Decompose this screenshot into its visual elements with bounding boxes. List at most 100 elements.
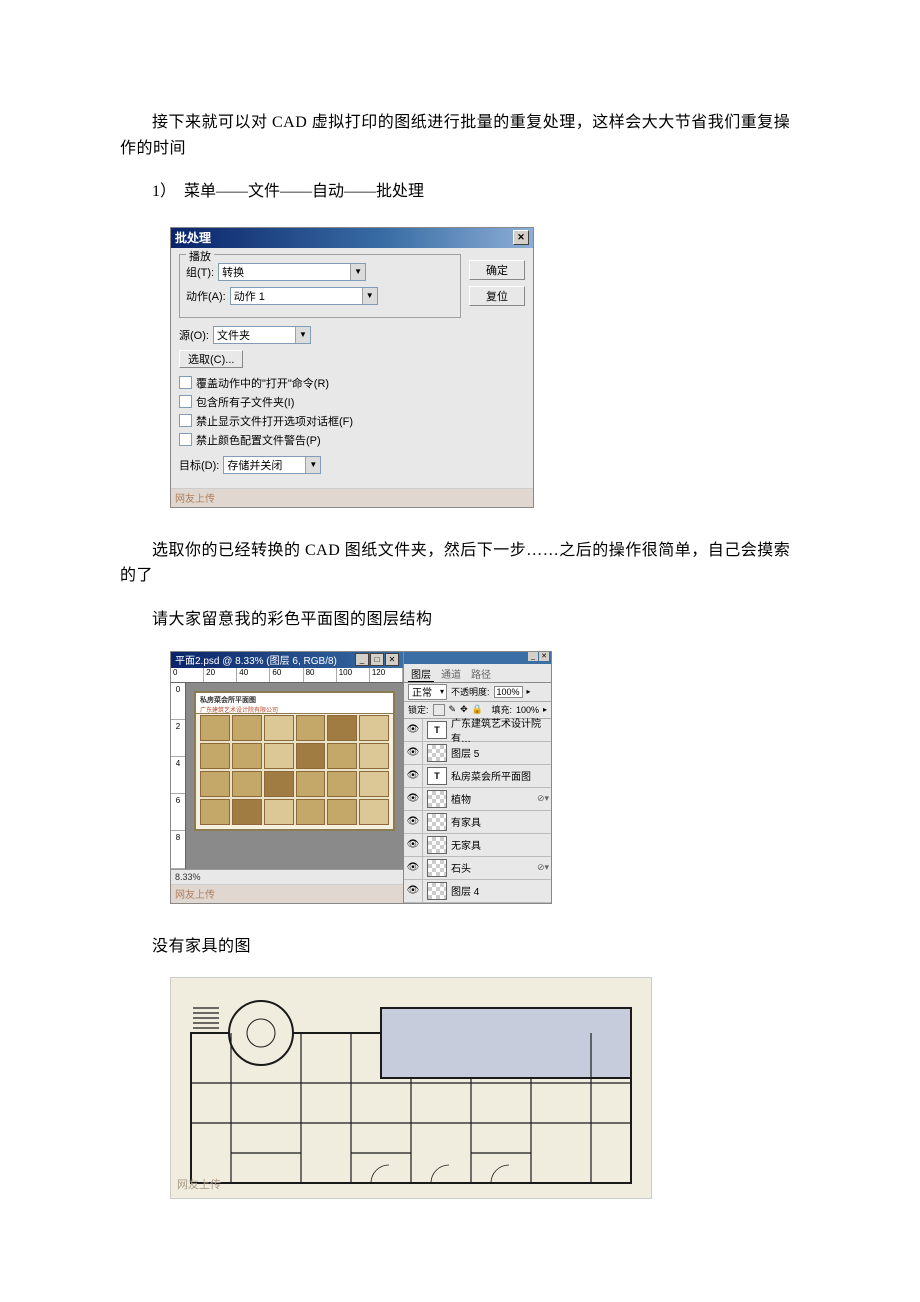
target-label: 目标(D): xyxy=(179,457,219,473)
tab-layers[interactable]: 图层 xyxy=(408,666,434,682)
doc-title: 平面2.psd @ 8.33% (图层 6, RGB/8) xyxy=(175,652,337,667)
minimize-icon[interactable]: _ xyxy=(355,653,369,666)
ruler-tick: 20 xyxy=(204,668,237,682)
ruler-tick: 100 xyxy=(337,668,370,682)
layer-row[interactable]: 👁 图层 5 xyxy=(404,742,551,765)
group-label: 组(T): xyxy=(186,264,214,280)
ruler-tick: 2 xyxy=(171,720,185,757)
ruler-tick: 120 xyxy=(370,668,403,682)
layer-name: 植物 xyxy=(451,791,537,806)
ok-button[interactable]: 确定 xyxy=(469,260,525,280)
chevron-right-icon[interactable]: ▸ xyxy=(527,687,531,696)
maximize-icon[interactable]: □ xyxy=(370,653,384,666)
chk-label-override-open: 覆盖动作中的"打开"命令(R) xyxy=(196,375,329,391)
action-dropdown[interactable]: 动作 1 ▼ xyxy=(230,287,378,305)
eye-icon[interactable]: 👁 xyxy=(404,880,423,902)
chevron-down-icon: ▼ xyxy=(362,288,377,304)
eye-icon[interactable]: 👁 xyxy=(404,811,423,833)
layer-name: 有家具 xyxy=(451,814,551,829)
close-icon[interactable]: ✕ xyxy=(539,652,549,661)
eye-icon[interactable]: 👁 xyxy=(404,742,423,764)
choose-button[interactable]: 选取(C)... xyxy=(179,350,243,368)
source-dropdown[interactable]: 文件夹 ▼ xyxy=(213,326,311,344)
paragraph-after-batch: 选取你的已经转换的 CAD 图纸文件夹，然后下一步……之后的操作很简单，自己会摸… xyxy=(120,538,800,589)
doc-titlebar: 平面2.psd @ 8.33% (图层 6, RGB/8) _ □ ✕ xyxy=(171,652,403,668)
play-fieldset: 播放 组(T): 转换 ▼ 动作(A): 动作 1 xyxy=(179,254,461,318)
opacity-value[interactable]: 100% xyxy=(494,686,523,698)
chk-label-subfolders: 包含所有子文件夹(I) xyxy=(196,394,294,410)
eye-icon[interactable]: 👁 xyxy=(404,765,423,787)
checkbox-override-open[interactable] xyxy=(179,376,192,389)
layer-thumb-icon xyxy=(427,790,447,808)
opacity-label: 不透明度: xyxy=(451,685,490,698)
move-icon[interactable]: ✥ xyxy=(460,704,468,715)
layer-row[interactable]: 👁T广东建筑艺术设计院有… xyxy=(404,719,551,742)
layer-row[interactable]: 👁 有家具 xyxy=(404,811,551,834)
close-icon[interactable]: ✕ xyxy=(385,653,399,666)
photoshop-window: 平面2.psd @ 8.33% (图层 6, RGB/8) _ □ ✕ 0 20… xyxy=(170,651,552,904)
batch-dialog: 批处理 ✕ 播放 组(T): 转换 ▼ xyxy=(170,227,534,508)
play-legend: 播放 xyxy=(186,248,214,264)
watermark: 网友上传 xyxy=(171,488,533,507)
lock-label: 锁定: xyxy=(408,703,429,716)
minimize-icon[interactable]: _ xyxy=(528,652,538,661)
layer-name: 图层 4 xyxy=(451,883,551,898)
layer-thumb-icon xyxy=(427,836,447,854)
chevron-down-icon: ▼ xyxy=(350,264,365,280)
chevron-down-icon: ▼ xyxy=(295,327,310,343)
canvas[interactable]: 私房菜会所平面图 广东建筑艺术设计院有限公司 xyxy=(186,683,403,869)
eye-icon[interactable]: 👁 xyxy=(404,834,423,856)
ruler-tick: 60 xyxy=(270,668,303,682)
layer-thumb-icon xyxy=(427,813,447,831)
text-layer-icon: T xyxy=(427,721,447,739)
tab-paths[interactable]: 路径 xyxy=(468,666,494,682)
eye-icon[interactable]: 👁 xyxy=(404,857,423,879)
source-value: 文件夹 xyxy=(217,327,250,343)
layer-row[interactable]: 👁 石头⊘▾ xyxy=(404,857,551,880)
ruler-tick: 4 xyxy=(171,757,185,794)
layer-row[interactable]: 👁 植物⊘▾ xyxy=(404,788,551,811)
chevron-right-icon[interactable]: ▸ xyxy=(543,705,547,714)
tab-channels[interactable]: 通道 xyxy=(438,666,464,682)
layer-thumb-icon xyxy=(427,882,447,900)
fx-icon[interactable]: ⊘▾ xyxy=(537,862,551,873)
checkbox-subfolders[interactable] xyxy=(179,395,192,408)
ruler-tick: 0 xyxy=(171,668,204,682)
layer-thumb-icon xyxy=(427,859,447,877)
blend-mode-dropdown[interactable]: 正常 xyxy=(408,684,447,700)
eye-icon[interactable]: 👁 xyxy=(404,719,423,741)
paragraph-intro: 接下来就可以对 CAD 虚拟打印的图纸进行批量的重复处理，这样会大大节省我们重复… xyxy=(120,110,800,161)
checkbox-suppress-profile[interactable] xyxy=(179,433,192,446)
brush-icon[interactable]: ✎ xyxy=(449,704,457,715)
target-value: 存储并关闭 xyxy=(227,457,282,473)
lock-all-icon[interactable]: 🔒 xyxy=(472,704,483,715)
fx-icon[interactable]: ⊘▾ xyxy=(537,793,551,804)
fill-value[interactable]: 100% xyxy=(516,705,539,715)
layers-panel: _ ✕ 图层 通道 路径 正常 不透明度: 100% ▸ 锁定: ✎ xyxy=(403,652,551,903)
layer-row[interactable]: 👁无家具 xyxy=(404,834,551,857)
group-value: 转换 xyxy=(222,264,244,280)
layer-name: 图层 5 xyxy=(451,745,551,760)
ruler-vertical: 0 2 4 6 8 xyxy=(171,683,186,869)
artboard: 私房菜会所平面图 广东建筑艺术设计院有限公司 xyxy=(194,691,395,831)
layer-name: 私房菜会所平面图 xyxy=(451,768,551,783)
checkbox-suppress-open-dialog[interactable] xyxy=(179,414,192,427)
target-dropdown[interactable]: 存储并关闭 ▼ xyxy=(223,456,321,474)
paragraph-no-furniture: 没有家具的图 xyxy=(120,934,800,960)
floorplan-no-furniture: 网友上传 xyxy=(170,977,652,1199)
plan-preview xyxy=(200,715,389,825)
eye-icon[interactable]: 👁 xyxy=(404,788,423,810)
chk-label-suppress-open: 禁止显示文件打开选项对话框(F) xyxy=(196,413,353,429)
art-subtitle: 广东建筑艺术设计院有限公司 xyxy=(200,705,389,714)
ruler-tick: 0 xyxy=(171,683,185,720)
layer-name: 石头 xyxy=(451,860,537,875)
layer-row[interactable]: 👁 图层 4 xyxy=(404,880,551,903)
paragraph-layers-note: 请大家留意我的彩色平面图的图层结构 xyxy=(120,607,800,633)
layer-row[interactable]: 👁T私房菜会所平面图 xyxy=(404,765,551,788)
lock-transparency-icon[interactable] xyxy=(433,704,445,716)
group-dropdown[interactable]: 转换 ▼ xyxy=(218,263,366,281)
close-icon[interactable]: ✕ xyxy=(513,230,529,245)
ruler-horizontal: 0 20 40 60 80 100 120 xyxy=(171,668,403,683)
floorplan-svg xyxy=(171,978,651,1198)
reset-button[interactable]: 复位 xyxy=(469,286,525,306)
